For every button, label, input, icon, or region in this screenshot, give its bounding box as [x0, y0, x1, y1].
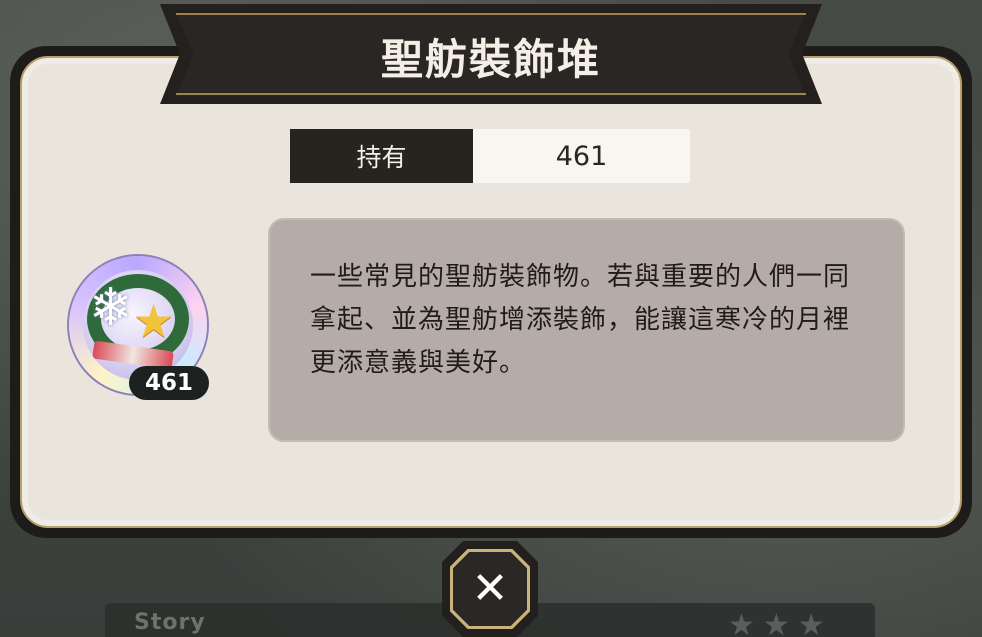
owned-label: 持有	[290, 129, 473, 183]
title-trim-bottom	[176, 93, 806, 95]
star-icon: ★	[133, 294, 175, 348]
item-description: 一些常見的聖舫裝飾物。若與重要的人們一同拿起、並為聖舫增添裝飾，能讓這寒冷的月裡…	[310, 262, 851, 378]
background-story-label: Story	[134, 610, 206, 635]
dialog-title: 聖舫裝飾堆	[380, 35, 601, 84]
close-x-icon[interactable]: ✕	[472, 567, 509, 611]
background-stars: ★★★	[728, 608, 833, 637]
title-trim-top	[176, 13, 806, 15]
owned-count-bar: 持有 461	[290, 129, 690, 183]
snowflake-icon: ❄	[89, 278, 133, 338]
owned-value: 461	[473, 129, 690, 183]
close-button[interactable]: ✕	[453, 552, 527, 626]
item-icon: ❄ ★ 461	[69, 256, 209, 400]
item-description-box: 一些常見的聖舫裝飾物。若與重要的人們一同拿起、並為聖舫增添裝飾，能讓這寒冷的月裡…	[268, 218, 905, 442]
item-count-badge: 461	[129, 366, 209, 400]
